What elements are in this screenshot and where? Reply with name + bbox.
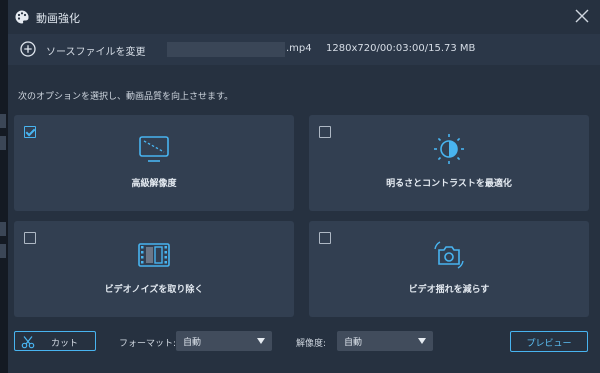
resolution-label: 解像度: [296, 339, 327, 349]
format-value: 自動 [183, 338, 202, 348]
option-brightness[interactable]: 明るさとコントラストを最適化 [309, 115, 589, 211]
file-info: 1280x720/00:03:00/15.73 MB [326, 43, 476, 54]
chevron-down-icon [418, 338, 426, 344]
close-icon[interactable] [572, 6, 592, 26]
option-upscale[interactable]: 高級解像度 [14, 115, 294, 211]
brightness-icon [434, 134, 464, 164]
denoise-checkbox[interactable] [24, 232, 36, 244]
chevron-down-icon [257, 338, 265, 344]
cut-button[interactable]: カット [14, 331, 96, 351]
background-mark [0, 114, 6, 128]
enhance-dialog: 動画強化 ソースファイルを変更 .mp4 1280x720/00:03:00/1… [8, 0, 600, 373]
upscale-checkbox[interactable] [24, 126, 36, 138]
preview-label: プレビュー [526, 339, 572, 349]
cut-label: カット [51, 339, 79, 349]
resolution-select[interactable]: 自動 [337, 331, 433, 351]
palette-icon [15, 10, 29, 24]
background-mark [0, 244, 6, 258]
resolution-value: 自動 [344, 338, 363, 348]
background-mark [0, 136, 6, 150]
preview-button[interactable]: プレビュー [510, 331, 588, 352]
denoise-icon [138, 243, 170, 267]
option-label: ビデオ揺れを減らす [408, 285, 490, 295]
file-extension: .mp4 [286, 43, 312, 54]
upscale-icon [139, 136, 169, 162]
scissors-icon [21, 336, 35, 349]
stabilize-icon [434, 241, 464, 269]
format-select[interactable]: 自動 [176, 331, 272, 351]
source-bar: ソースファイルを変更 .mp4 1280x720/00:03:00/15.73 … [8, 34, 600, 65]
titlebar: 動画強化 [8, 0, 600, 34]
bottom-toolbar: カット フォーマット: 自動 解像度: 自動 プレビュー [8, 326, 600, 358]
format-label: フォーマット: [119, 339, 177, 349]
option-stabilize[interactable]: ビデオ揺れを減らす [309, 221, 589, 317]
dialog-title: 動画強化 [36, 12, 80, 25]
background-mark [0, 222, 6, 236]
option-label: 明るさとコントラストを最適化 [386, 179, 512, 189]
option-label: 高級解像度 [131, 179, 177, 189]
brightness-checkbox[interactable] [319, 126, 331, 138]
change-source-button[interactable]: ソースファイルを変更 [46, 43, 146, 58]
filename-redacted [167, 42, 285, 57]
background-app-strip [0, 0, 8, 373]
instruction-text: 次のオプションを選択し、動画品質を向上させます。 [18, 92, 234, 102]
option-label: ビデオノイズを取り除く [104, 285, 204, 295]
add-circle-icon[interactable] [20, 41, 36, 57]
stabilize-checkbox[interactable] [319, 232, 331, 244]
option-denoise[interactable]: ビデオノイズを取り除く [14, 221, 294, 317]
